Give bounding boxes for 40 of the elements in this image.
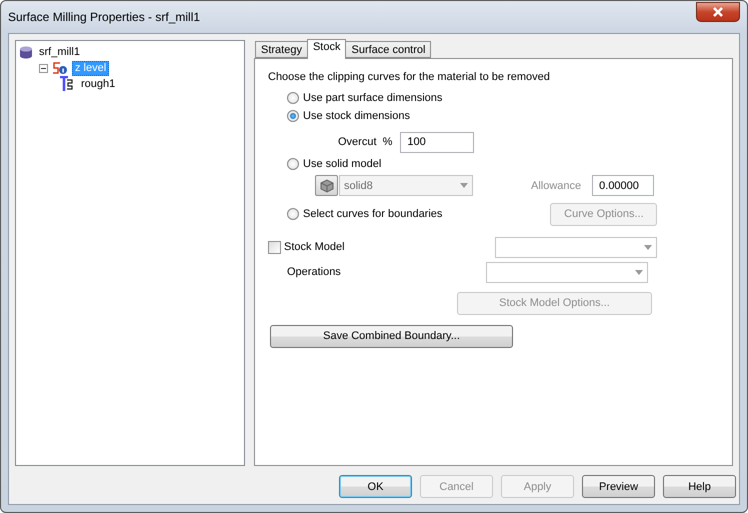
stock-model-label: Stock Model: [284, 241, 345, 253]
caret-icon: [634, 270, 643, 274]
dialog-button[interactable]: Preview: [582, 475, 655, 498]
operations-label: Operations: [287, 266, 341, 278]
tab[interactable]: Stock: [306, 39, 346, 59]
dialog-button[interactable]: Help: [663, 475, 736, 498]
stock-model-dropdown[interactable]: [494, 236, 657, 258]
pass-icon: [59, 76, 75, 92]
caret-icon: [460, 183, 468, 188]
radio-circle[interactable]: [287, 92, 299, 104]
radio-circle[interactable]: [287, 208, 299, 220]
radio-circle[interactable]: [287, 158, 299, 170]
strategy-icon: [51, 61, 69, 75]
allowance-label: Allowance: [531, 180, 582, 192]
tree-item[interactable]: rough1: [78, 76, 118, 92]
radio-option[interactable]: Use solid model: [287, 158, 382, 170]
tree-item[interactable]: srf_mill1: [36, 44, 83, 60]
dialog-button[interactable]: OK: [339, 475, 412, 498]
save-boundary-button[interactable]: Save Combined Boundary...: [270, 324, 513, 348]
close-icon: [711, 7, 725, 17]
collapse-icon[interactable]: [39, 64, 48, 72]
radio-option[interactable]: Use part surface dimensions: [287, 92, 442, 104]
tab[interactable]: Strategy: [255, 41, 308, 58]
overcut-field[interactable]: 100: [400, 132, 474, 152]
window-title: Surface Milling Properties - srf_mill1: [8, 10, 200, 24]
close-button[interactable]: [696, 2, 740, 22]
cube-icon: [318, 178, 334, 193]
database-icon: [19, 46, 33, 58]
stock-model-checkbox[interactable]: [268, 240, 281, 254]
allowance-field[interactable]: 0.00000: [592, 175, 654, 196]
solid-model-dropdown[interactable]: solid8: [339, 175, 473, 196]
solid-pick-button[interactable]: [315, 175, 338, 196]
caret-icon: [644, 244, 652, 250]
instruction-text: Choose the clipping curves for the material to be removed: [268, 71, 550, 83]
overcut-label: Overcut %: [338, 136, 392, 148]
radio-circle[interactable]: [287, 110, 299, 122]
radio-option[interactable]: Use stock dimensions: [287, 110, 410, 122]
operations-dropdown[interactable]: [486, 262, 648, 282]
radio-option[interactable]: Select curves for boundaries: [287, 208, 442, 220]
tab[interactable]: Surface control: [345, 41, 432, 58]
